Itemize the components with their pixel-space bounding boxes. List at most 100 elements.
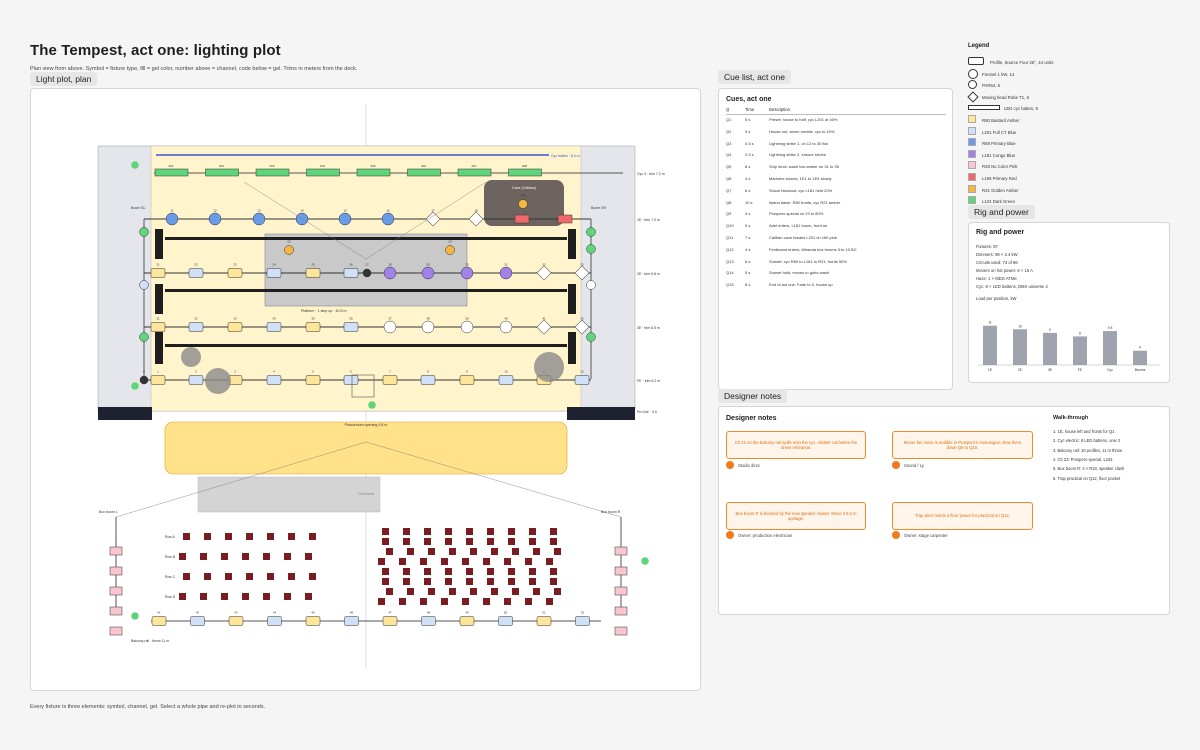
legend-item: Fresnel 1 kW, 14	[968, 68, 1168, 81]
cue-row[interactable]: Q8 10 s Island dawn: R80 fronts, cyc R21 a…	[726, 200, 946, 210]
walkthrough-step: 6. Trap practical on Q12, floor pocket	[1053, 475, 1121, 481]
fixture-channel: 101	[520, 194, 525, 198]
rig-stat: Movers on hot power: 6 × 16 A	[976, 268, 1033, 273]
fixture-channel: 15	[343, 209, 347, 213]
fixture-channel: 28	[388, 263, 392, 267]
seat	[508, 578, 515, 585]
fixture-channel: 35	[311, 317, 315, 321]
profile-fixture	[557, 214, 573, 224]
cue-time: 4 s	[745, 246, 751, 252]
fixture-channel: 206	[421, 164, 426, 168]
seat	[204, 573, 211, 580]
rig-section-label[interactable]: Rig and power	[968, 205, 1035, 219]
cue-row[interactable]: Q7 6 s Shock blackout, cyc L181 held 20%	[726, 188, 946, 198]
walkthrough-title: Walk-through	[1053, 415, 1089, 421]
rig-panel[interactable]: Rig and power Fixtures: 87 Dimmers: 96 × …	[968, 222, 1170, 383]
cue-row[interactable]: Q3 0.5 s Lightning strike 1, ch 12 to 30 f…	[726, 141, 946, 151]
cue-row[interactable]: Q12 4 s Ferdinand enters, Miranda box boom…	[726, 247, 946, 257]
proscenium-wall-right	[567, 407, 635, 420]
par-fixture	[139, 332, 149, 342]
fixture-channel: 32	[542, 263, 546, 267]
profile-fixture	[574, 375, 590, 385]
seat	[309, 573, 316, 580]
cyc-strip-label: Cyc batten · 8.4 m	[551, 154, 580, 158]
profile-fixture	[343, 322, 359, 332]
seat	[525, 558, 532, 565]
fixture-channel: 26	[349, 263, 353, 267]
swatch-symbol-icon	[968, 138, 976, 147]
cue-row[interactable]: Q15 8 s End of act one. Fade to 0, house u…	[726, 282, 946, 292]
cue-row[interactable]: Q14 5 s Sunset hold, moves to gobo wash	[726, 270, 946, 280]
cue-row[interactable]: Q6 4 s Mariners shouts, 1E1 to 1E4 slowly	[726, 176, 946, 186]
note-card[interactable]: Trap door needs a floor power for practi…	[892, 502, 1033, 530]
fixture-channel: 22	[194, 263, 198, 267]
focus-marker	[131, 382, 139, 390]
batten-symbol-icon	[968, 105, 1000, 111]
fixture-channel: 12	[213, 209, 217, 213]
walkthrough-step: 1. 1E, house left and fronts for Q1	[1053, 429, 1115, 434]
cues-section-label[interactable]: Cue list, act one	[718, 70, 791, 84]
cue-row[interactable]: Q13 6 s Sunset: cyc R80 to L181 to R21, fr…	[726, 259, 946, 269]
cue-row[interactable]: Q9 3 s Prospero special ch 23 to 80%	[726, 211, 946, 221]
cue-time: 5 s	[745, 270, 751, 276]
legend-item: Profile, Source Four 26°, 44 units	[968, 57, 1168, 69]
masking-leg	[155, 229, 163, 259]
cue-row[interactable]: Q11 7 s Caliban cave breaks L201 ch 160 pi…	[726, 235, 946, 245]
seat	[533, 548, 540, 555]
seat	[445, 528, 452, 535]
plot-section-label[interactable]: Light plot, plan	[30, 72, 98, 86]
cue-row[interactable]: Q4 0.3 s Lightning strike 2, ensure strobe	[726, 152, 946, 162]
note-card[interactable]: Box boom R is blocked by the new speaker…	[726, 502, 866, 530]
notes-panel[interactable]: Designer notes Ch 41 on the balcony rail…	[718, 406, 1170, 615]
profile-fixture	[227, 322, 243, 332]
seat	[428, 588, 435, 595]
seat	[546, 598, 553, 605]
profile-fixture	[150, 322, 166, 332]
seat	[424, 538, 431, 545]
fixture-channel: 43	[234, 611, 238, 615]
bar-category-label: 1E	[988, 368, 993, 372]
profile-fixture	[420, 375, 436, 385]
fixture-channel: 11	[170, 209, 173, 213]
notes-section-label[interactable]: Designer notes	[718, 389, 788, 403]
legend-label: R21 Golden Amber	[982, 187, 1019, 193]
legend-label: L124 Dark Green	[982, 199, 1015, 205]
seat	[550, 578, 557, 585]
box-boom-fixture	[614, 606, 628, 616]
scenic-rock	[534, 352, 564, 382]
bar-category-label: FE	[1078, 368, 1083, 372]
seat	[225, 533, 232, 540]
cue-row[interactable]: Q1 5 s Preset: house to half, cyc L201 at …	[726, 117, 946, 127]
focus-marker	[131, 161, 139, 169]
plot-frame[interactable]: Cyc batten · 8.4 m 201 202 203 204 205 206 207…	[30, 88, 701, 691]
note-author: Owner: production electrician	[738, 533, 793, 538]
bar-category-label: Booms	[1135, 368, 1146, 372]
cue-time: 6 s	[745, 187, 751, 193]
cue-row[interactable]: Q2 3 s House out, storm rumble, cyc to 10%	[726, 129, 946, 139]
fixture-channel: 31	[504, 263, 508, 267]
seat	[179, 553, 186, 560]
par-fixture	[139, 280, 149, 290]
profile-fixture	[188, 268, 204, 278]
legend-label: Moving head Robe T1, 6	[982, 94, 1029, 100]
box-boom-fixture	[109, 546, 123, 556]
light-plot-diagram[interactable]: Cyc batten · 8.4 m 201 202 203 204 205 206 207…	[31, 89, 702, 692]
note-card[interactable]: Mover fan noise is audible in Prospero's…	[892, 431, 1033, 459]
note-author: Studio direc	[738, 463, 761, 468]
seat	[445, 578, 452, 585]
fixture-channel: 44	[273, 611, 277, 615]
legend-item: Moving head Robe T1, 6	[967, 91, 1168, 104]
cue-row[interactable]: Q10 5 s Ariel enters, L181 boom, front on	[726, 223, 946, 233]
cue-time: 3 s	[745, 211, 751, 217]
fixture-channel: 47	[388, 611, 392, 615]
par-fixture	[586, 227, 596, 237]
seat	[491, 588, 498, 595]
cue-list-panel[interactable]: Cues, act one Q Time Description Q1 5 s Pr…	[718, 88, 953, 390]
fresnel-fixture	[295, 212, 309, 226]
fixture-channel: 45	[311, 611, 315, 615]
seat	[403, 578, 410, 585]
note-card[interactable]: Ch 41 on the balcony rail spills onto th…	[726, 431, 866, 459]
cue-row[interactable]: Q5 8 s Ship deck: wash low amber on 31 to …	[726, 164, 946, 174]
seat	[263, 593, 270, 600]
par-fixture	[445, 245, 455, 255]
